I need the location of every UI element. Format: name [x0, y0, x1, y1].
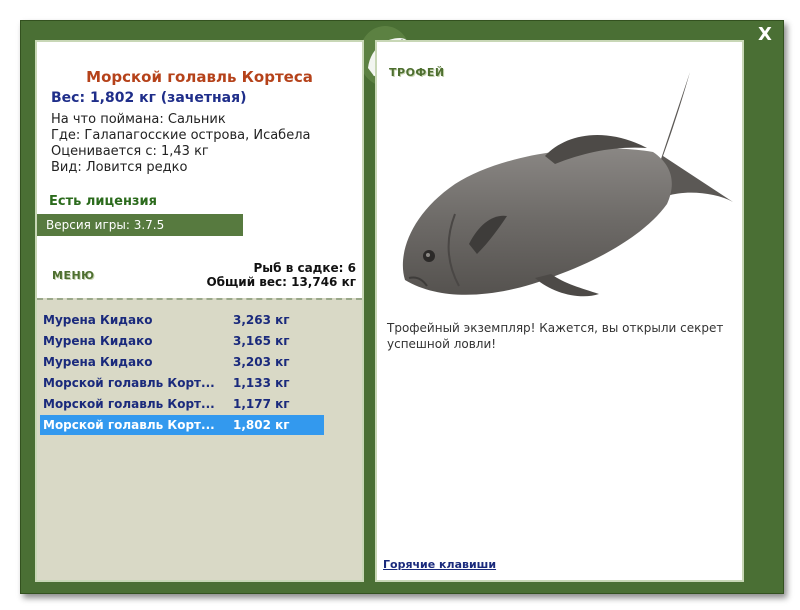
rarity-info: Вид: Ловится редко	[51, 160, 188, 175]
creel-row-weight: 1,177 кг	[233, 397, 290, 411]
creel-count: Рыб в садке: 6	[253, 261, 357, 275]
creel-row[interactable]: Морской голавль Корт... 1,177 кг	[40, 394, 324, 414]
hotkeys-link[interactable]: Горячие клавиши	[383, 558, 496, 571]
creel-row-name: Мурена Кидако	[43, 355, 153, 369]
fish-weight: Вес: 1,802 кг (зачетная)	[51, 90, 247, 106]
creel-row[interactable]: Мурена Кидако 3,165 кг	[40, 331, 324, 351]
creel-row-name: Морской голавль Корт...	[43, 418, 215, 432]
trophy-panel: ТРОФЕЙ Трофейный экземпляр! Кажется, вы …	[375, 40, 744, 582]
creel-row-name: Мурена Кидако	[43, 334, 153, 348]
creel-row-weight: 1,802 кг	[233, 418, 290, 432]
creel-row-weight: 3,263 кг	[233, 313, 290, 327]
creel-row-name: Мурена Кидако	[43, 313, 153, 327]
creel-row-selected[interactable]: Морской голавль Корт... 1,802 кг	[40, 415, 324, 435]
bait-info: На что поймана: Сальник	[51, 112, 226, 127]
valued-from-info: Оценивается с: 1,43 кг	[51, 144, 209, 159]
creel-row-name: Морской голавль Корт...	[43, 397, 215, 411]
creel-row[interactable]: Морской голавль Корт... 1,133 кг	[40, 373, 324, 393]
fish-info-panel: Морской голавль Кортеса Вес: 1,802 кг (з…	[35, 40, 364, 582]
creel-row-weight: 3,165 кг	[233, 334, 290, 348]
creel-row[interactable]: Мурена Кидако 3,263 кг	[40, 310, 324, 330]
menu-button[interactable]: МЕНЮ	[52, 269, 95, 282]
close-button[interactable]: X	[755, 25, 775, 45]
fish-name-title: Морской голавль Кортеса	[86, 68, 313, 86]
creel-total-weight: Общий вес: 13,746 кг	[206, 275, 356, 289]
location-info: Где: Галапагосские острова, Исабела	[51, 128, 311, 143]
trophy-fish-image	[402, 72, 733, 297]
trophy-description: Трофейный экземпляр! Кажется, вы открыли…	[387, 321, 724, 351]
creel-row-weight: 3,203 кг	[233, 355, 290, 369]
version-bar: Версия игры: 3.7.5	[37, 214, 243, 236]
creel-list: Мурена Кидако 3,263 кг Мурена Кидако 3,1…	[37, 298, 362, 580]
license-status: Есть лицензия	[49, 194, 157, 209]
creel-row[interactable]: Мурена Кидако 3,203 кг	[40, 352, 324, 372]
creel-row-weight: 1,133 кг	[233, 376, 290, 390]
creel-row-name: Морской голавль Корт...	[43, 376, 215, 390]
trophy-heading: ТРОФЕЙ	[389, 66, 445, 79]
